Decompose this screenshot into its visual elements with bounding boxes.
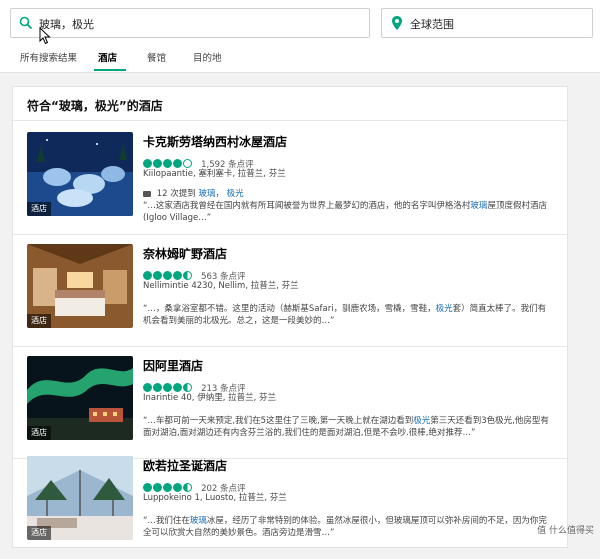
map-pin-icon <box>392 16 402 30</box>
divider <box>13 120 567 121</box>
tab-destinations[interactable]: 目的地 <box>193 50 222 64</box>
hotel-photo[interactable]: 酒店 <box>27 356 133 440</box>
result-tabs: 所有搜索结果 酒店 餐馆 目的地 <box>0 44 600 72</box>
hotel-type-tag: 酒店 <box>27 426 51 440</box>
hotel-name[interactable]: 奈林姆旷野酒店 <box>143 245 227 262</box>
tab-all-results[interactable]: 所有搜索结果 <box>20 50 77 64</box>
hotel-photo[interactable]: 酒店 <box>27 132 133 216</box>
top-bar: 玻璃，极光 全球范围 所有搜索结果 酒店 餐馆 目的地 <box>0 0 600 73</box>
hotel-name[interactable]: 因阿里酒店 <box>143 357 203 374</box>
location-input[interactable]: 全球范围 <box>381 8 593 38</box>
hotel-list-item[interactable]: 酒店 卡克斯劳塔纳西村冰屋酒店 1,592 条点评 Kiilopaantie, … <box>13 123 567 235</box>
hotel-photo[interactable]: 酒店 <box>27 456 133 540</box>
search-icon <box>19 16 33 30</box>
hotel-name[interactable]: 欧若拉圣诞酒店 <box>143 457 227 474</box>
search-input[interactable]: 玻璃，极光 <box>10 8 370 45</box>
active-tab-indicator <box>94 69 126 71</box>
panel-title: 符合“玻璃，极光”的酒店 <box>27 99 163 113</box>
comment-icon <box>143 190 151 197</box>
review-snippet: “…我们住在玻璃冰屋，经历了非常特别的体验。虽然冰屋很小，但玻璃屋顶可以弥补房间… <box>143 516 547 538</box>
hotel-list-item[interactable]: 酒店 因阿里酒店 213 条点评 Inarintie 40, 伊纳里, 拉普兰,… <box>13 347 567 459</box>
rating-bubbles: 202 条点评 <box>143 477 246 494</box>
location-value: 全球范围 <box>410 18 454 31</box>
tab-hotels[interactable]: 酒店 <box>98 50 117 64</box>
rating-bubbles: 213 条点评 <box>143 377 246 394</box>
hotel-address: Luppokeino 1, Luosto, 拉普兰, 芬兰 <box>143 493 287 503</box>
hotel-photo[interactable]: 酒店 <box>27 244 133 328</box>
hotel-type-tag: 酒店 <box>27 526 51 540</box>
hotel-name[interactable]: 卡克斯劳塔纳西村冰屋酒店 <box>143 133 287 150</box>
mouse-cursor-icon <box>39 27 51 45</box>
rating-bubbles: 1,592 条点评 <box>143 153 254 170</box>
hotel-type-tag: 酒店 <box>27 314 51 328</box>
hotel-list-item[interactable]: 酒店 奈林姆旷野酒店 563 条点评 Nellimintie 4230, Nel… <box>13 235 567 347</box>
review-snippet: “…车都可前一天来预定,我们在5这里住了三晚,第一天晚上就在湖边看到极光第三天还… <box>143 416 549 438</box>
watermark: 值 什么值得买 <box>537 526 594 536</box>
tab-restaurants[interactable]: 餐馆 <box>147 50 166 64</box>
mention-count: 12 次提到 玻璃， 极光 <box>143 187 244 199</box>
review-snippet: “…，桑拿浴室都不错。这里的活动（赫斯基Safari，驯鹿农场，雪橇，雪鞋，极光… <box>143 304 547 326</box>
hotel-address: Inarintie 40, 伊纳里, 拉普兰, 芬兰 <box>143 393 277 403</box>
hotel-type-tag: 酒店 <box>27 202 51 216</box>
hotel-results-panel: 符合“玻璃，极光”的酒店 酒店 卡克斯劳塔纳西村冰屋酒店 1,592 条点评 K… <box>12 86 568 548</box>
rating-bubbles: 563 条点评 <box>143 265 246 282</box>
hotel-address: Kiilopaantie, 塞利塞卡, 拉普兰, 芬兰 <box>143 169 286 179</box>
hotel-address: Nellimintie 4230, Nellim, 拉普兰, 芬兰 <box>143 281 299 291</box>
hotel-list-item[interactable]: 酒店 欧若拉圣诞酒店 202 条点评 Luppokeino 1, Luosto,… <box>13 447 567 559</box>
review-snippet: “…这家酒店我曾经在国内就有所耳闻被誉为世界上最梦幻的酒店，他的名字叫伊格洛村玻… <box>143 201 547 223</box>
